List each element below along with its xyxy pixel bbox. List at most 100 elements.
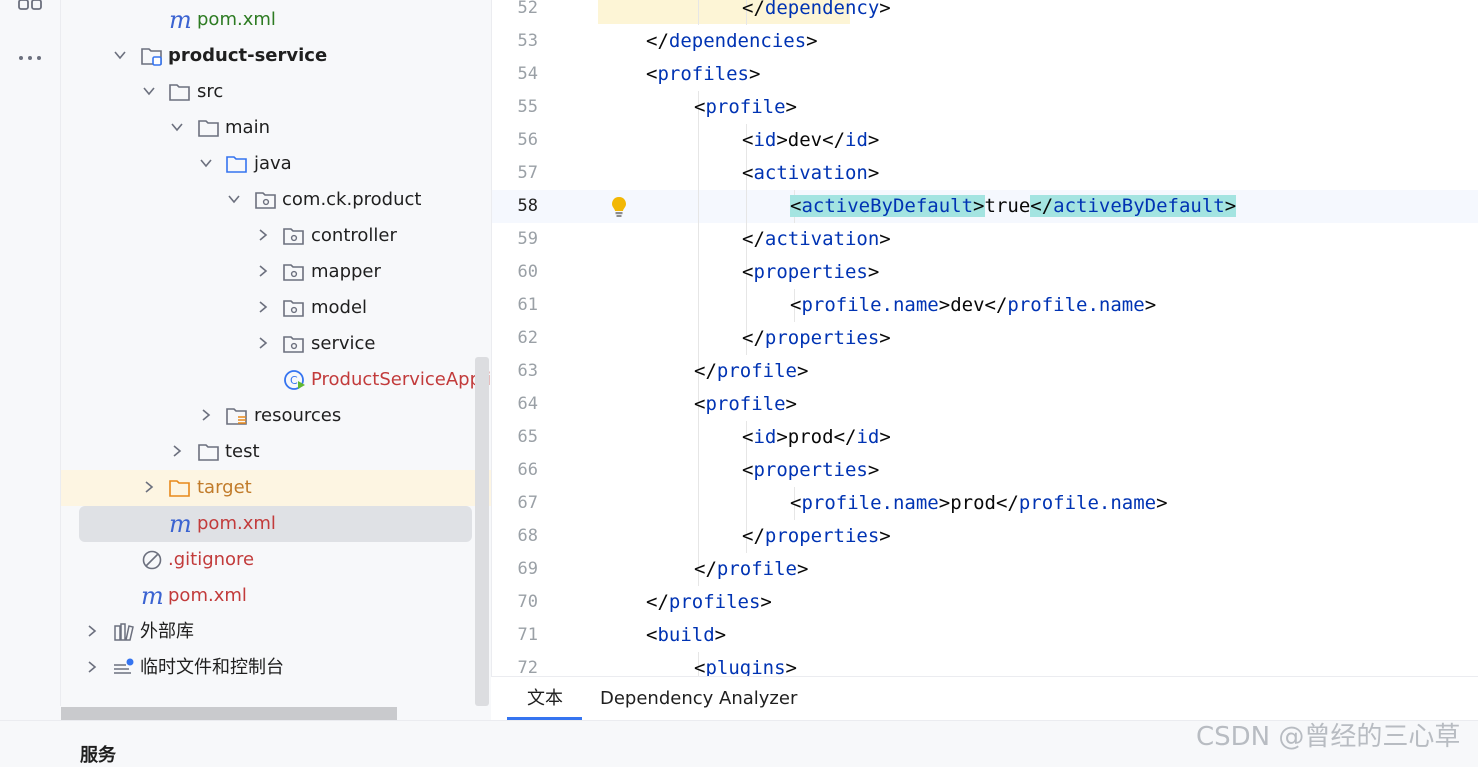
tree-row[interactable]: m pom.xml — [61, 2, 491, 38]
code-line[interactable]: 60 <properties> — [492, 256, 1478, 289]
xml-tag-name: dependencies — [668, 30, 807, 52]
line-number: 70 — [517, 592, 538, 612]
code-line[interactable]: 63 </profile> — [492, 355, 1478, 388]
code-token: > — [1144, 294, 1157, 316]
code-line[interactable]: 61 <profile.name>dev</profile.name> — [492, 289, 1478, 322]
code-line[interactable]: 52 </dependency> — [492, 0, 1478, 25]
tree-row[interactable]: C ProductServiceApplic — [61, 362, 491, 398]
line-number: 56 — [517, 130, 538, 150]
code-line[interactable]: 54 <profiles> — [492, 58, 1478, 91]
chevron-down-icon[interactable] — [227, 192, 241, 206]
tree-row-label: pom.xml — [168, 585, 247, 606]
line-number: 65 — [517, 427, 538, 447]
tree-row[interactable]: target — [61, 470, 491, 506]
code-token: </ — [742, 525, 765, 547]
code-line[interactable]: 69 </profile> — [492, 553, 1478, 586]
code-token: > — [879, 426, 891, 448]
tree-vertical-scrollbar[interactable] — [475, 357, 489, 706]
chevron-down-icon[interactable] — [142, 84, 156, 98]
xml-tag-name: profile.name — [1007, 294, 1145, 316]
chevron-right-icon[interactable] — [256, 228, 270, 242]
chevron-right-icon[interactable] — [85, 660, 99, 674]
code-line[interactable]: 53 </dependencies> — [492, 25, 1478, 58]
tab-dependency-analyzer[interactable]: Dependency Analyzer — [600, 677, 797, 721]
tree-row[interactable]: product-service — [61, 38, 491, 74]
tree-row[interactable]: 临时文件和控制台 — [61, 650, 491, 686]
code-line[interactable]: 56 <id>dev</id> — [492, 124, 1478, 157]
code-token: > — [776, 426, 788, 448]
code-line[interactable]: 64 <profile> — [492, 388, 1478, 421]
code-line[interactable]: 58 <activeByDefault>true</activeByDefault… — [492, 190, 1478, 223]
tree-row-label: pom.xml — [197, 9, 276, 30]
chevron-down-icon[interactable] — [170, 120, 184, 134]
code-text: <properties> — [742, 256, 879, 289]
code-text: </profile> — [694, 355, 808, 388]
code-token: > — [748, 63, 761, 85]
tree-row[interactable]: model — [61, 290, 491, 326]
code-line[interactable]: 55 <profile> — [492, 91, 1478, 124]
tree-row[interactable]: main — [61, 110, 491, 146]
line-number: 57 — [517, 163, 538, 183]
code-text: <build> — [646, 619, 726, 652]
code-line[interactable]: 72 <plugins> — [492, 652, 1478, 676]
code-line[interactable]: 62 </properties> — [492, 322, 1478, 355]
tree-row[interactable]: src — [61, 74, 491, 110]
chevron-down-icon[interactable] — [113, 48, 127, 62]
chevron-right-icon[interactable] — [256, 264, 270, 278]
code-line[interactable]: 57 <activation> — [492, 157, 1478, 190]
excluded-folder-icon — [169, 480, 190, 497]
tree-row-selected[interactable]: m pom.xml — [79, 506, 472, 542]
chevron-right-icon[interactable] — [170, 444, 184, 458]
code-text: <properties> — [742, 454, 879, 487]
tree-horizontal-scrollbar[interactable] — [61, 707, 397, 720]
code-line[interactable]: 71 <build> — [492, 619, 1478, 652]
code-editor[interactable]: 52 </dependency> 53 </dependencies> 54 <profi… — [491, 0, 1478, 676]
tree-row[interactable]: resources — [61, 398, 491, 434]
code-token: > — [867, 129, 880, 151]
tree-row[interactable]: .gitignore — [61, 542, 491, 578]
tab-text[interactable]: 文本 — [527, 677, 563, 721]
chevron-right-icon[interactable] — [256, 300, 270, 314]
tree-row[interactable]: test — [61, 434, 491, 470]
code-line[interactable]: 66 <properties> — [492, 454, 1478, 487]
code-text: </dependencies> — [646, 25, 818, 58]
tree-row[interactable]: com.ck.product — [61, 182, 491, 218]
tree-row[interactable]: java — [61, 146, 491, 182]
indent-guide — [698, 124, 699, 157]
code-line[interactable]: 65 <id>prod</id> — [492, 421, 1478, 454]
tree-row-label: ProductServiceApplic — [311, 369, 491, 390]
code-token: </ — [742, 0, 765, 19]
tree-row[interactable]: mapper — [61, 254, 491, 290]
indent-guide — [698, 421, 699, 454]
xml-tag-name: activation — [764, 228, 880, 250]
source-folder-icon — [226, 156, 247, 173]
tree-row[interactable]: 外部库 — [61, 614, 491, 650]
chevron-right-icon[interactable] — [256, 336, 270, 350]
tree-row[interactable]: m pom.xml — [61, 578, 491, 614]
chevron-right-icon[interactable] — [85, 624, 99, 638]
code-line[interactable]: 68 </properties> — [492, 520, 1478, 553]
tree-row[interactable]: service — [61, 326, 491, 362]
indent-guide — [698, 520, 699, 553]
more-icon[interactable] — [17, 48, 43, 68]
tree-row-label: pom.xml — [197, 513, 276, 534]
tree-row[interactable]: controller — [61, 218, 491, 254]
folder-icon — [198, 120, 219, 137]
chevron-down-icon[interactable] — [199, 156, 213, 170]
package-icon — [283, 336, 304, 353]
chevron-right-icon[interactable] — [142, 480, 156, 494]
code-token: > — [938, 294, 951, 316]
tree-row-label: 外部库 — [140, 621, 194, 642]
line-number: 66 — [517, 460, 538, 480]
code-line[interactable]: 67 <profile.name>prod</profile.name> — [492, 487, 1478, 520]
xml-tag-name: id — [753, 129, 777, 151]
code-line[interactable]: 70 </profiles> — [492, 586, 1478, 619]
code-line[interactable]: 59 </activation> — [492, 223, 1478, 256]
lightbulb-icon[interactable] — [610, 196, 628, 218]
indent-guide — [698, 289, 699, 322]
xml-tag-name: build — [657, 624, 715, 646]
structure-icon[interactable] — [17, 0, 43, 20]
chevron-right-icon[interactable] — [199, 408, 213, 422]
tree-row-label: mapper — [311, 261, 381, 282]
code-token: < — [694, 393, 706, 415]
